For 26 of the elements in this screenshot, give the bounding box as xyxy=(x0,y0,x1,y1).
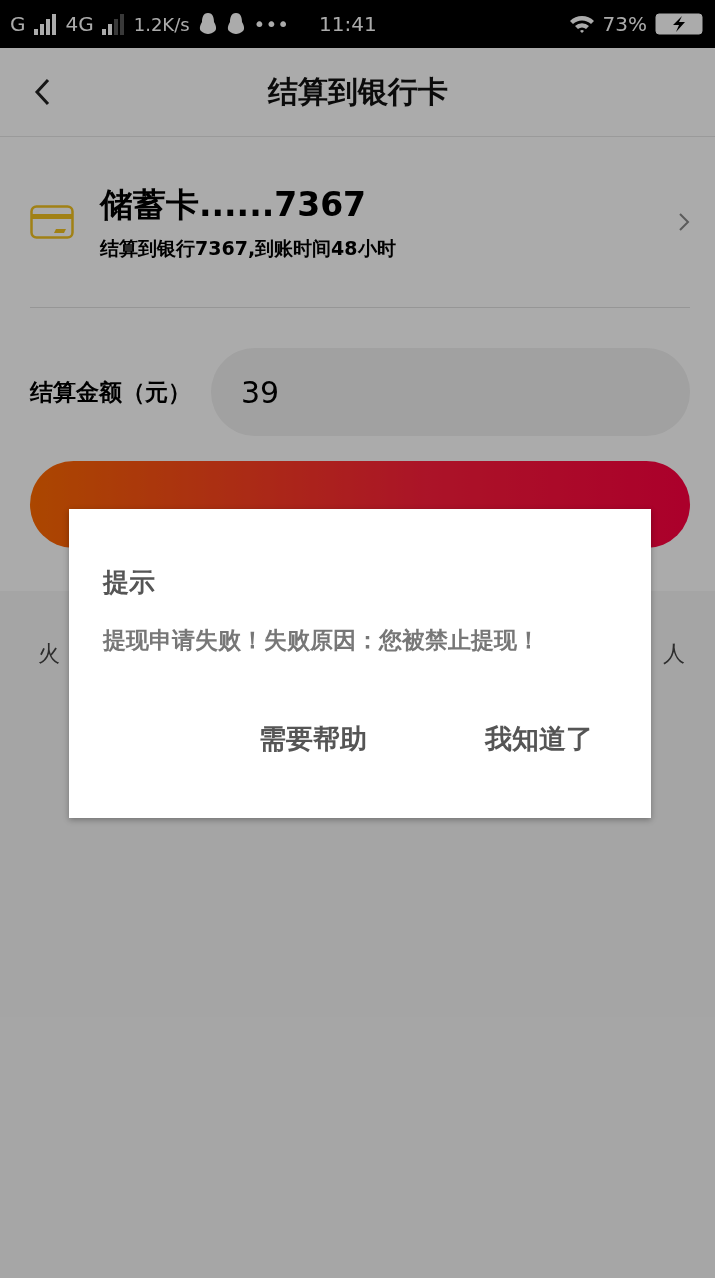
network-type: 4G xyxy=(65,12,94,36)
signal-icon xyxy=(33,13,58,35)
back-icon[interactable] xyxy=(34,78,50,106)
dialog-button[interactable]: 我知道了 xyxy=(481,717,597,761)
dialog-title: 提示 xyxy=(103,566,156,599)
amount-label: 结算金额（元） xyxy=(30,377,191,407)
signal-icon xyxy=(101,13,126,35)
notice-text: 火 xyxy=(38,640,60,668)
wifi-icon xyxy=(568,14,595,34)
more-notifications: ••• xyxy=(253,12,289,36)
clock: 11:41 xyxy=(319,12,377,36)
card-detail: 结算到银行7367,到账时间48小时 xyxy=(100,235,397,261)
network-type: G xyxy=(10,12,26,36)
page-title: 结算到银行卡 xyxy=(267,72,448,111)
amount-field[interactable]: 39 xyxy=(211,348,690,436)
battery-percent: 73% xyxy=(602,12,647,36)
bank-card-icon xyxy=(30,205,74,239)
dialog-button[interactable]: 需要帮助 xyxy=(255,717,371,761)
penguin-icon xyxy=(225,12,246,36)
chevron-right-icon[interactable] xyxy=(678,212,690,232)
penguin-icon xyxy=(197,12,218,36)
card-name: 储蓄卡......7367 xyxy=(100,183,368,226)
dialog-message: 提现申请失败！失败原因：您被禁止提现！ xyxy=(103,626,541,655)
notice-text: 人 xyxy=(663,640,685,668)
battery-icon xyxy=(655,13,705,35)
network-speed: 1.2K/s xyxy=(133,13,190,35)
